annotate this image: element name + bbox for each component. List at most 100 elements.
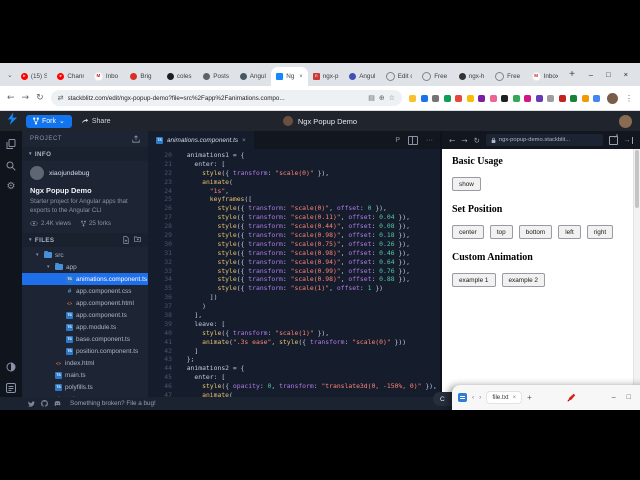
extension-icon[interactable] <box>558 94 566 102</box>
extension-icon[interactable] <box>570 94 577 102</box>
browser-profile-avatar[interactable] <box>607 92 618 104</box>
browser-tab[interactable]: Free M <box>490 67 526 86</box>
settings-gear-icon[interactable]: ⚙ <box>7 182 16 192</box>
preview-forward-icon[interactable]: → <box>461 136 467 145</box>
preview-button-right[interactable]: right <box>586 225 614 239</box>
browser-tab[interactable]: n ngx-p <box>308 67 344 86</box>
new-tab-button[interactable]: + <box>569 69 575 80</box>
prettier-icon[interactable]: P <box>395 137 400 144</box>
tree-item-src[interactable]: ▾ src <box>22 249 148 261</box>
split-editor-icon[interactable] <box>408 135 418 145</box>
preview-button-bottom[interactable]: bottom <box>518 225 553 239</box>
twitter-icon[interactable] <box>28 400 35 407</box>
tab-search-icon[interactable]: ⌄ <box>7 71 13 79</box>
notepad-maximize-button[interactable]: □ <box>627 394 631 401</box>
extension-icon[interactable] <box>524 94 531 102</box>
file-a-bug-link[interactable]: Something broken? File a bug! <box>70 400 156 407</box>
github-icon[interactable] <box>41 400 48 407</box>
browser-tab[interactable]: Posts <box>198 67 234 86</box>
user-avatar[interactable] <box>619 114 632 128</box>
tree-item-app-module-ts[interactable]: TS app.module.ts <box>22 321 148 333</box>
tree-item-base-component-ts[interactable]: TS base.component.ts <box>22 333 148 345</box>
browser-menu-icon[interactable]: ⋮ <box>625 94 633 103</box>
preview-button-center[interactable]: center <box>452 225 484 239</box>
close-button[interactable]: × <box>624 70 628 79</box>
tree-item-position-component-ts[interactable]: TS position.component.ts <box>22 345 148 357</box>
address-bar[interactable]: ⇄ stackblitz.com/edit/ngx-popup-demo?fil… <box>50 90 402 106</box>
preview-reload-icon[interactable]: ↻ <box>474 136 480 145</box>
scrollbar-thumb[interactable] <box>635 150 639 208</box>
preview-scrollbar[interactable] <box>633 149 640 397</box>
extension-icon[interactable] <box>593 94 600 102</box>
browser-tab[interactable]: Angul <box>344 67 380 86</box>
preview-button-example-2[interactable]: example 2 <box>501 273 545 287</box>
minimize-button[interactable]: – <box>589 70 593 79</box>
preview-back-icon[interactable]: ← <box>449 136 455 145</box>
fork-button[interactable]: Fork ⌄ <box>26 114 72 128</box>
code-area[interactable]: 20 animations1 = {21 enter: [22 style({ … <box>148 149 440 397</box>
info-section-header[interactable]: ▾ INFO <box>22 147 148 161</box>
zoom-icon[interactable]: ⊕ <box>379 94 385 102</box>
export-project-icon[interactable] <box>132 135 140 143</box>
extension-icon[interactable] <box>443 94 451 102</box>
extension-icon[interactable] <box>535 94 543 102</box>
browser-tab[interactable]: ▸Chann <box>52 67 88 86</box>
preview-button-left[interactable]: left <box>558 225 581 239</box>
extension-icon[interactable] <box>512 94 520 102</box>
forward-icon[interactable]: → <box>22 93 30 103</box>
extension-icon[interactable] <box>466 94 474 102</box>
browser-tab[interactable]: M Inbox <box>527 67 563 86</box>
extension-icon[interactable] <box>489 94 497 102</box>
tree-item-index-html[interactable]: <> index.html <box>22 357 148 369</box>
open-in-new-tab-icon[interactable] <box>608 133 619 145</box>
browser-tab[interactable]: coles <box>162 67 198 86</box>
tree-item-app-component-css[interactable]: # app.component.css <box>22 285 148 297</box>
dock-preview-icon[interactable]: → <box>624 136 633 144</box>
extension-icon[interactable] <box>581 94 589 102</box>
close-tab-icon[interactable]: × <box>242 137 246 144</box>
browser-tab[interactable]: Free M <box>417 67 453 86</box>
notepad-minimize-button[interactable]: – <box>612 394 616 401</box>
tree-item-app[interactable]: ▾ app <box>22 261 148 273</box>
files-section-header[interactable]: ▾ FILES <box>22 233 148 248</box>
extension-icon[interactable] <box>420 94 428 102</box>
notepad-forward-icon[interactable]: › <box>479 394 481 401</box>
extension-icon[interactable] <box>547 94 554 102</box>
extension-icon[interactable] <box>432 94 439 102</box>
tree-item-animations-component-ts[interactable]: TS animations.component.ts <box>22 273 148 286</box>
extension-icon[interactable] <box>478 94 485 102</box>
browser-tab[interactable]: ▸(15) Si <box>16 67 52 86</box>
feedback-box-icon[interactable] <box>6 383 16 393</box>
extension-icon[interactable] <box>501 94 508 102</box>
preview-button-show[interactable]: show <box>452 177 481 191</box>
browser-tab[interactable]: ngx-h <box>454 67 490 86</box>
preview-button-top[interactable]: top <box>489 225 513 239</box>
notepad-tab[interactable]: file.txt × <box>486 391 523 404</box>
browser-tab-active[interactable]: Ng × <box>271 67 308 86</box>
stackblitz-logo-icon[interactable] <box>8 112 17 130</box>
tree-item-main-ts[interactable]: TS main.ts <box>22 369 148 381</box>
project-files-icon[interactable] <box>6 139 16 150</box>
browser-tab[interactable]: Angul <box>235 67 271 86</box>
notepad-tab-close-icon[interactable]: × <box>513 394 517 401</box>
search-icon[interactable] <box>6 161 16 171</box>
browser-tab[interactable]: Brig <box>125 67 161 86</box>
browser-tab[interactable]: M Inbo <box>89 67 125 86</box>
back-icon[interactable]: ← <box>7 93 15 103</box>
new-folder-icon[interactable] <box>134 236 141 244</box>
preview-url-bar[interactable]: ngx-popup-demo.stackblit... <box>485 134 603 146</box>
new-file-icon[interactable] <box>123 236 129 245</box>
author-avatar[interactable] <box>30 166 44 180</box>
browser-tab[interactable]: Edit o <box>381 67 417 86</box>
close-tab-icon[interactable]: × <box>299 74 303 80</box>
tree-item-app-component-ts[interactable]: TS app.component.ts <box>22 309 148 321</box>
theme-contrast-icon[interactable] <box>6 362 16 372</box>
tree-item-app-component-html[interactable]: <> app.component.html <box>22 297 148 309</box>
preview-button-example-1[interactable]: example 1 <box>452 273 496 287</box>
maximize-button[interactable]: □ <box>606 70 611 79</box>
reader-icon[interactable]: ▤ <box>368 94 375 102</box>
more-actions-icon[interactable]: ··· <box>426 137 433 144</box>
editor-tab-animations[interactable]: TS animations.component.ts × <box>148 131 254 149</box>
notepad-new-tab-button[interactable]: + <box>527 393 532 402</box>
extension-icon[interactable] <box>455 94 462 102</box>
